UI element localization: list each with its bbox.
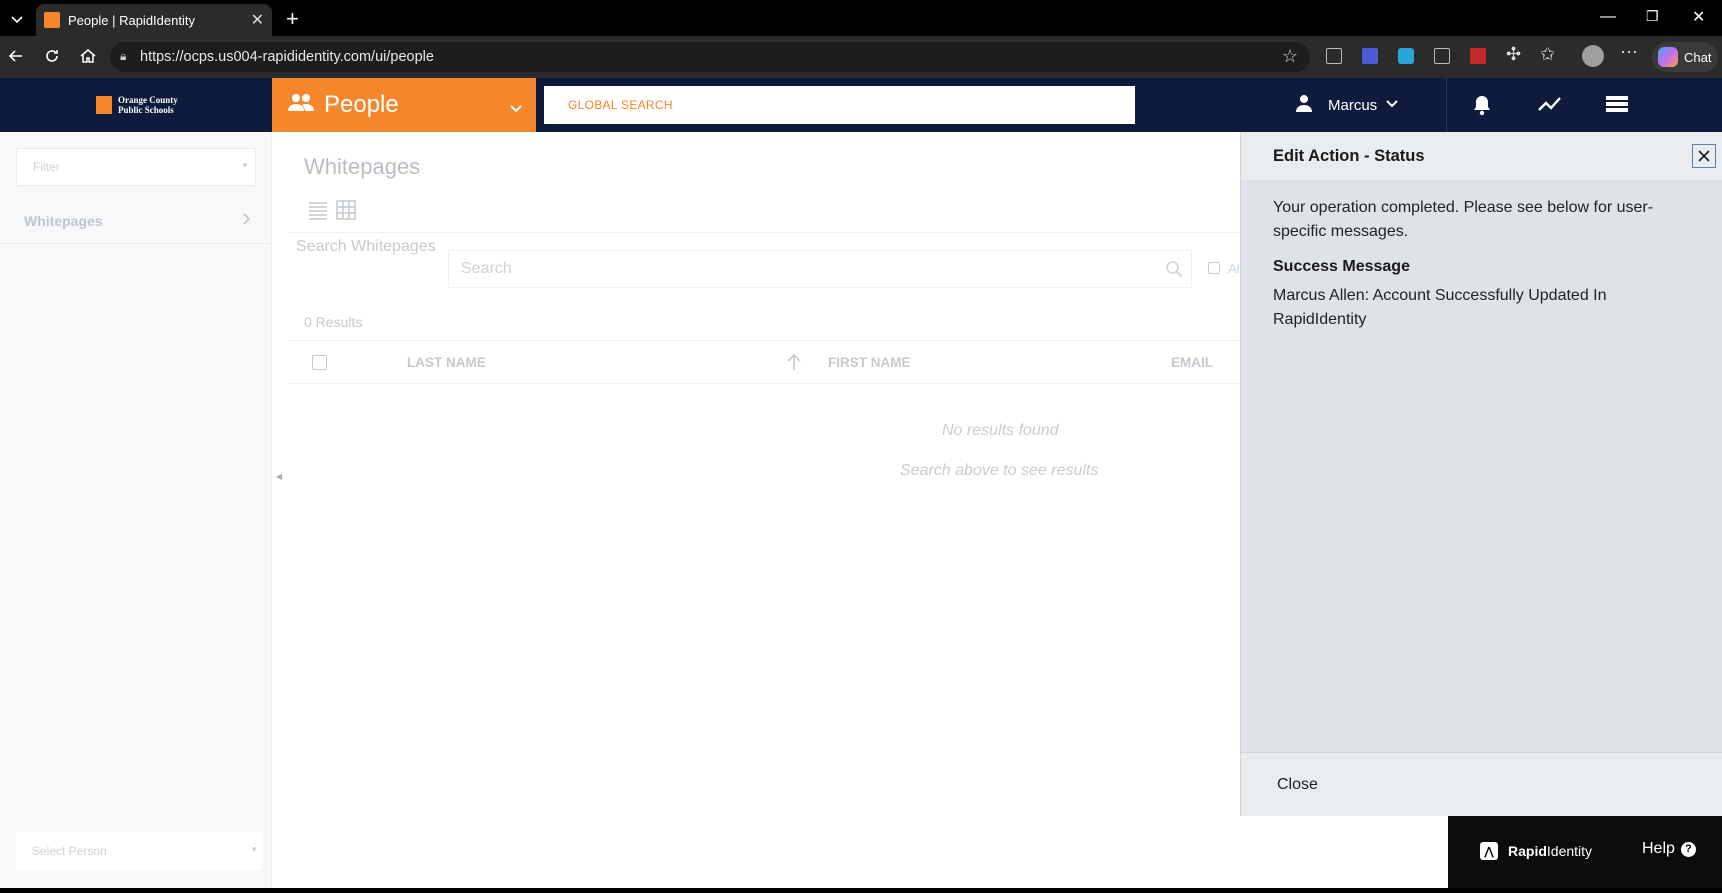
- grid-view-icon[interactable]: [336, 200, 356, 225]
- all-checkbox[interactable]: [1208, 262, 1220, 274]
- favorites-icon[interactable]: ✩: [1540, 44, 1555, 65]
- help-button[interactable]: Help ?: [1642, 840, 1696, 858]
- chevron-right-icon: [242, 212, 252, 229]
- edit-action-status-panel: Edit Action - Status Your operation comp…: [1240, 132, 1722, 816]
- url-field[interactable]: 🔒︎ https://ocps.us004-rapididentity.com/…: [110, 42, 1310, 72]
- org-name-line1: Orange County: [118, 95, 178, 105]
- rapididentity-logo-icon: ⋀: [1480, 842, 1498, 860]
- select-person-placeholder: Select Person: [32, 844, 107, 858]
- chat-label: Chat: [1684, 49, 1712, 65]
- module-selector[interactable]: People: [272, 78, 536, 132]
- user-icon: [1294, 93, 1314, 117]
- panel-footer: Close: [1241, 752, 1722, 816]
- panel-header: Edit Action - Status: [1241, 132, 1722, 180]
- table-header: LAST NAME FIRST NAME EMAIL: [288, 340, 1248, 384]
- list-view-icon[interactable]: [308, 200, 328, 225]
- whitepages-search-input[interactable]: Search: [448, 250, 1192, 288]
- restore-icon[interactable]: ❐: [1646, 8, 1659, 25]
- filter-placeholder: Filter: [33, 160, 60, 174]
- url-text: https://ocps.us004-rapididentity.com/ui/…: [140, 49, 434, 65]
- user-menu-chevron-icon: [1385, 96, 1399, 114]
- extension-icon-1[interactable]: [1326, 48, 1342, 64]
- extension-icon-5[interactable]: [1470, 48, 1486, 64]
- operation-message: Your operation completed. Please see bel…: [1273, 199, 1654, 240]
- select-person-dropdown-icon: ▼: [250, 845, 258, 854]
- chat-button[interactable]: Chat: [1652, 42, 1718, 72]
- home-icon[interactable]: [78, 46, 98, 71]
- chevron-down-icon: [508, 95, 524, 123]
- more-options-icon[interactable]: ⋯: [1620, 42, 1638, 63]
- profile-avatar-icon[interactable]: [1582, 45, 1604, 67]
- extension-icon-2[interactable]: [1362, 48, 1378, 64]
- copilot-icon: [1658, 47, 1678, 67]
- site-info-icon[interactable]: 🔒︎: [120, 49, 126, 64]
- search-label: Search Whitepages: [296, 238, 436, 255]
- activity-trend-icon[interactable]: [1538, 96, 1562, 117]
- help-label: Help: [1642, 840, 1675, 857]
- select-all-checkbox[interactable]: [312, 355, 327, 370]
- reload-icon[interactable]: [42, 46, 62, 71]
- search-placeholder: Search: [461, 260, 512, 277]
- new-tab-icon[interactable]: +: [286, 6, 299, 32]
- success-text: Marcus Allen: Account Successfully Updat…: [1273, 287, 1607, 328]
- search-icon[interactable]: [1165, 260, 1183, 283]
- header-divider: [1446, 78, 1447, 132]
- no-results-hint: Search above to see results: [900, 462, 1099, 479]
- footer-bar: ⋀ Rapid Identity Help ?: [1448, 816, 1722, 888]
- org-name-line2: Public Schools: [118, 105, 174, 115]
- extensions-puzzle-icon[interactable]: ✣: [1506, 44, 1521, 65]
- toolbar-divider: [288, 232, 1248, 233]
- close-window-icon[interactable]: ✕: [1692, 7, 1705, 27]
- org-favicon-icon: [44, 12, 60, 28]
- close-button[interactable]: Close: [1277, 776, 1318, 794]
- no-results-message: No results found: [942, 422, 1059, 439]
- sidebar-item-label: Whitepages: [24, 212, 103, 229]
- select-person-input[interactable]: Select Person ▼: [16, 832, 262, 870]
- brand-light: Identity: [1546, 843, 1593, 859]
- close-tab-icon[interactable]: ✕: [251, 10, 264, 30]
- collapse-sidebar-handle-icon[interactable]: ◀: [276, 472, 282, 481]
- column-header-email[interactable]: EMAIL: [1171, 355, 1213, 370]
- module-title: People: [324, 91, 399, 118]
- people-icon: [288, 91, 314, 119]
- sort-ascending-icon[interactable]: [786, 353, 802, 376]
- sidebar: Filter ▼ Whitepages Select Person ▼: [0, 132, 272, 888]
- column-header-last-name[interactable]: LAST NAME: [407, 355, 486, 370]
- notifications-bell-icon[interactable]: [1472, 94, 1492, 121]
- panel-title: Edit Action - Status: [1273, 146, 1425, 165]
- browser-tab-bar: People | RapidIdentity ✕ + — ❐ ✕: [0, 0, 1722, 36]
- favorite-star-icon[interactable]: ☆: [1282, 46, 1298, 67]
- browser-tab-active[interactable]: People | RapidIdentity ✕: [36, 4, 272, 36]
- global-search-placeholder: GLOBAL SEARCH: [568, 98, 673, 112]
- help-question-icon: ?: [1680, 841, 1696, 857]
- minimize-icon[interactable]: —: [1600, 8, 1616, 26]
- tab-title: People | RapidIdentity: [68, 12, 195, 28]
- filter-dropdown-icon: ▼: [241, 161, 249, 170]
- tab-list-chevron-icon[interactable]: [8, 10, 26, 28]
- panel-body: Your operation completed. Please see bel…: [1273, 196, 1693, 332]
- all-checkbox-label: Al: [1228, 261, 1240, 276]
- success-heading: Success Message: [1273, 258, 1410, 275]
- browser-address-bar: 🔒︎ https://ocps.us004-rapididentity.com/…: [0, 36, 1722, 78]
- global-search-input[interactable]: GLOBAL SEARCH: [544, 86, 1135, 124]
- user-menu[interactable]: Marcus: [1294, 93, 1399, 117]
- extension-icon-4[interactable]: [1434, 48, 1450, 64]
- org-logo-icon: [96, 96, 112, 114]
- column-header-first-name[interactable]: FIRST NAME: [828, 355, 911, 370]
- sidebar-filter-input[interactable]: Filter ▼: [16, 148, 256, 186]
- page-title: Whitepages: [304, 154, 421, 179]
- rapididentity-brand[interactable]: ⋀ Rapid Identity: [1480, 842, 1592, 860]
- results-count: 0 Results: [304, 314, 363, 330]
- user-name: Marcus: [1328, 96, 1378, 114]
- org-logo[interactable]: Orange County Public Schools: [96, 95, 178, 115]
- list-menu-icon[interactable]: [1606, 96, 1628, 117]
- panel-close-icon[interactable]: [1692, 144, 1716, 168]
- brand-bold: Rapid: [1508, 843, 1547, 859]
- back-arrow-icon[interactable]: [6, 46, 26, 71]
- sidebar-item-whitepages[interactable]: Whitepages: [0, 198, 272, 244]
- extension-icon-3[interactable]: [1398, 48, 1414, 64]
